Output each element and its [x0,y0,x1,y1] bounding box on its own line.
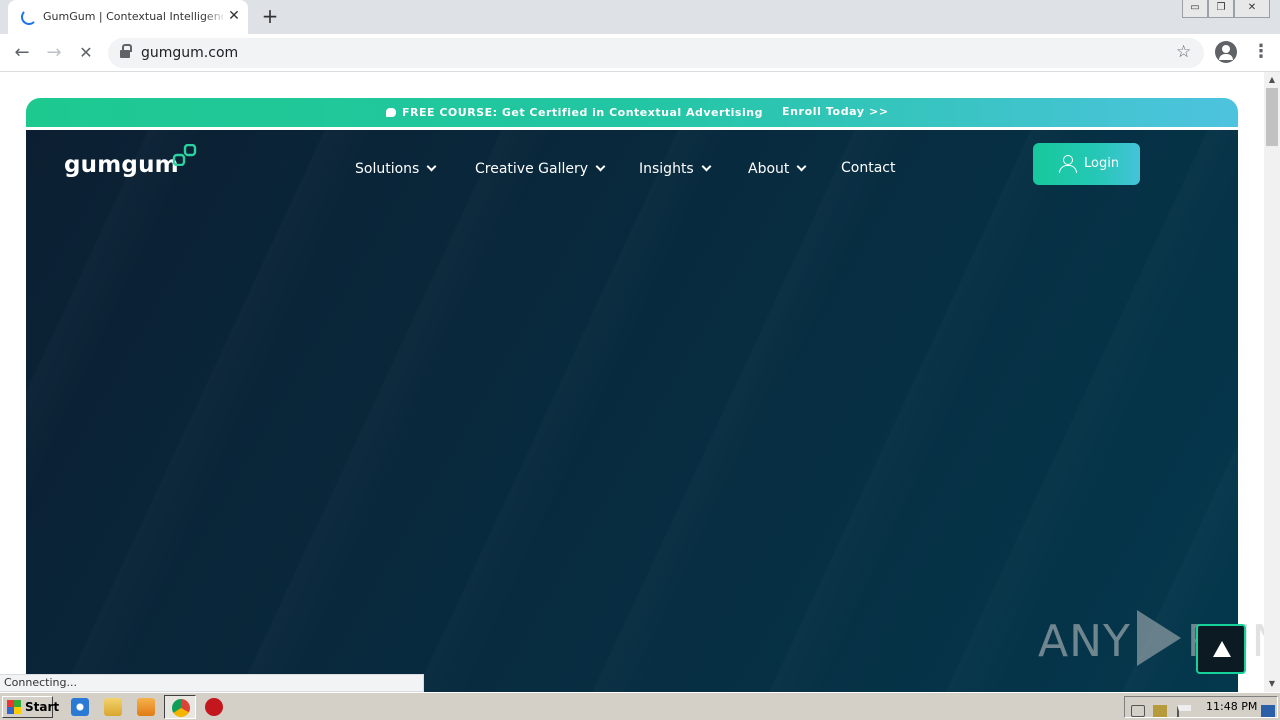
banner-prefix: FREE COURSE: [402,106,498,119]
flag-icon[interactable] [1177,705,1191,717]
nav-about[interactable]: About [748,161,807,177]
url-text[interactable]: gumgum.com [141,45,238,61]
start-button[interactable]: Start [2,696,59,718]
loading-spinner-icon [21,9,37,25]
banner-body: Get Certified in Contextual Advertising [501,106,763,119]
scroll-down-arrow-icon[interactable]: ▼ [1264,676,1280,692]
gumgum-logo-mark-icon [172,144,197,166]
nav-solutions-label: Solutions [355,161,420,177]
nav-about-label: About [748,161,790,177]
hero-section: gumgum Solutions Creative Gallery Insigh… [26,130,1238,692]
lock-icon[interactable] [120,44,132,58]
nav-creative-gallery-label: Creative Gallery [475,161,589,177]
minimize-button[interactable]: ▭ [1182,0,1208,18]
speaker-icon[interactable] [1131,705,1145,717]
chevron-down-icon [701,161,712,172]
scroll-up-arrow-icon[interactable]: ▲ [1264,72,1280,88]
browser-toolbar: ← → ✕ gumgum.com ☆ ⋮ [0,34,1280,72]
start-label: Start [25,700,60,714]
scroll-thumb[interactable] [1266,88,1278,146]
windows-logo-icon [7,700,21,714]
chat-bubble-icon [386,108,396,117]
page-scrollbar[interactable]: ▲ ▼ [1264,72,1280,692]
chevron-down-icon [796,161,807,172]
internet-explorer-icon[interactable] [71,698,89,716]
user-icon [1059,155,1077,173]
banner-text: FREE COURSE: Get Certified in Contextual… [386,106,763,119]
chevron-down-icon [595,161,606,172]
tab-title-fade [203,6,227,28]
new-tab-button[interactable]: + [259,5,281,27]
watermark-left: ANY [1038,616,1131,667]
hero-background-pattern [26,130,1238,692]
arrow-up-icon [1213,641,1231,657]
nav-contact-label: Contact [841,160,896,176]
nav-insights-label: Insights [639,161,694,177]
window-close-button[interactable]: ✕ [1234,0,1270,18]
chrome-taskbar-button[interactable] [164,695,196,719]
status-bubble: Connecting... [0,674,424,692]
media-player-icon[interactable] [137,698,155,716]
tab-close-icon[interactable]: ✕ [226,8,242,24]
show-desktop-icon[interactable] [1261,705,1275,717]
nav-solutions[interactable]: Solutions [355,161,437,177]
login-button[interactable]: Login [1033,143,1140,185]
opera-icon[interactable] [205,698,223,716]
promo-banner[interactable]: FREE COURSE: Get Certified in Contextual… [26,98,1238,127]
taskbar-clock: 11:48 PM [1206,700,1258,713]
back-arrow-icon[interactable]: ← [10,41,34,65]
browser-tab[interactable]: GumGum | Contextual Intelligence C ✕ [8,0,248,34]
nav-contact[interactable]: Contact [841,160,895,176]
profile-avatar-icon[interactable] [1215,41,1237,63]
browser-menu-icon[interactable]: ⋮ [1252,40,1270,64]
windows-taskbar: Start 11:48 PM [0,692,1280,720]
enroll-link[interactable]: Enroll Today >> [782,105,889,118]
file-explorer-icon[interactable] [104,698,122,716]
address-bar[interactable]: gumgum.com ☆ [108,38,1204,68]
gumgum-site: FREE COURSE: Get Certified in Contextual… [26,98,1238,692]
chrome-icon [172,699,190,717]
nav-creative-gallery[interactable]: Creative Gallery [475,161,606,177]
login-label: Login [1084,156,1120,171]
forward-arrow-icon[interactable]: → [42,41,66,65]
bookmark-star-icon[interactable]: ☆ [1176,42,1191,62]
page-viewport: FREE COURSE: Get Certified in Contextual… [0,72,1264,692]
tab-title: GumGum | Contextual Intelligence C [43,10,223,23]
stop-loading-icon[interactable]: ✕ [74,41,98,65]
nav-insights[interactable]: Insights [639,161,712,177]
chevron-down-icon [426,161,437,172]
restore-button[interactable]: ❐ [1208,0,1234,18]
network-icon[interactable] [1153,705,1167,717]
play-icon [1136,610,1181,666]
gumgum-logo[interactable]: gumgum [64,152,179,178]
browser-titlebar: GumGum | Contextual Intelligence C ✕ + ▭… [0,0,1280,34]
scroll-to-top-button[interactable] [1196,624,1246,674]
